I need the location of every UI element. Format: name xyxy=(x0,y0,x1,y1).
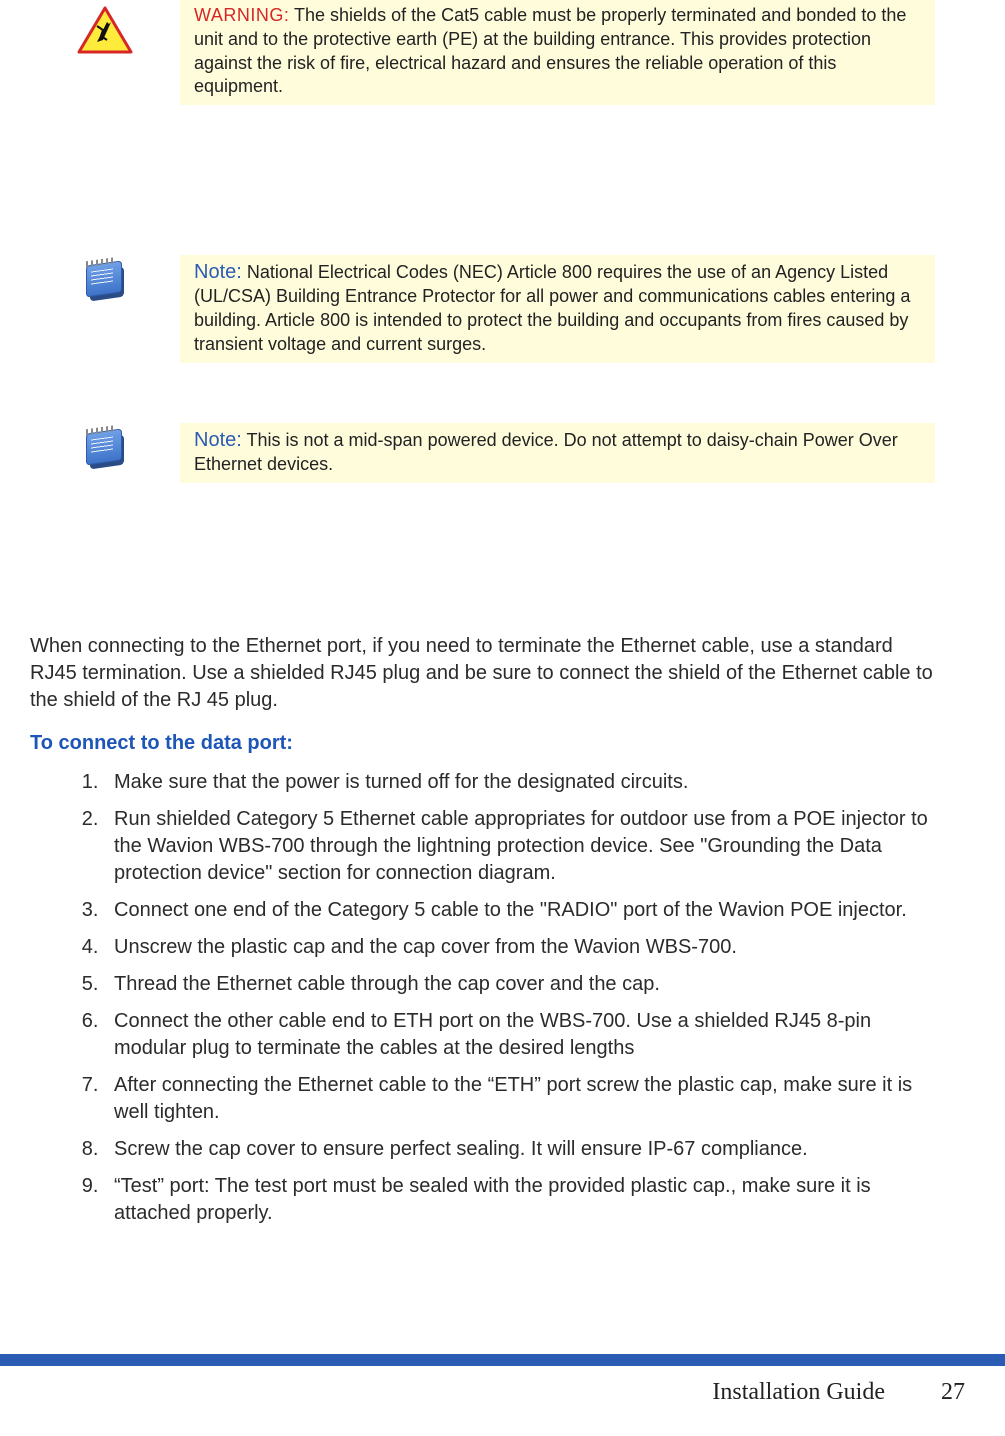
note-label: Note: xyxy=(194,429,242,451)
spacer xyxy=(30,513,935,633)
note-label: Note: xyxy=(194,261,242,283)
warning-text: The shields of the Cat5 cable must be pr… xyxy=(194,5,906,96)
page-number: 27 xyxy=(941,1379,965,1405)
spacer xyxy=(30,393,935,423)
step-item: Thread the Ethernet cable through the ca… xyxy=(104,971,935,998)
note-text-box: Note: National Electrical Codes (NEC) Ar… xyxy=(180,255,935,363)
icon-column xyxy=(30,423,180,471)
step-item: Run shielded Category 5 Ethernet cable a… xyxy=(104,806,935,887)
note-callout-2: Note: This is not a mid-span powered dev… xyxy=(30,423,935,483)
footer-band xyxy=(0,1354,1005,1366)
warning-text-box: WARNING: The shields of the Cat5 cable m… xyxy=(180,0,935,105)
intro-paragraph: When connecting to the Ethernet port, if… xyxy=(30,633,935,714)
page: WARNING: The shields of the Cat5 cable m… xyxy=(0,0,1005,1436)
step-item: “Test” port: The test port must be seale… xyxy=(104,1173,935,1227)
icon-column xyxy=(30,255,180,303)
note-text: National Electrical Codes (NEC) Article … xyxy=(194,262,910,354)
note-text-box: Note: This is not a mid-span powered dev… xyxy=(180,423,935,483)
step-item: Unscrew the plastic cap and the cap cove… xyxy=(104,934,935,961)
footer: Installation Guide 27 xyxy=(712,1379,965,1406)
note-icon xyxy=(84,261,126,303)
steps-list: Make sure that the power is turned off f… xyxy=(30,769,935,1227)
step-item: Make sure that the power is turned off f… xyxy=(104,769,935,796)
warning-label: WARNING: xyxy=(194,5,289,25)
note-text: This is not a mid-span powered device. D… xyxy=(194,430,898,474)
footer-title: Installation Guide xyxy=(712,1379,885,1405)
step-item: Screw the cap cover to ensure perfect se… xyxy=(104,1136,935,1163)
note-icon xyxy=(84,429,126,471)
step-item: After connecting the Ethernet cable to t… xyxy=(104,1072,935,1126)
section-heading: To connect to the data port: xyxy=(30,732,935,755)
step-item: Connect the other cable end to ETH port … xyxy=(104,1008,935,1062)
note-callout-1: Note: National Electrical Codes (NEC) Ar… xyxy=(30,255,935,363)
icon-column xyxy=(30,0,180,54)
spacer xyxy=(30,135,935,255)
step-item: Connect one end of the Category 5 cable … xyxy=(104,897,935,924)
warning-icon xyxy=(77,6,133,54)
warning-callout: WARNING: The shields of the Cat5 cable m… xyxy=(30,0,935,105)
